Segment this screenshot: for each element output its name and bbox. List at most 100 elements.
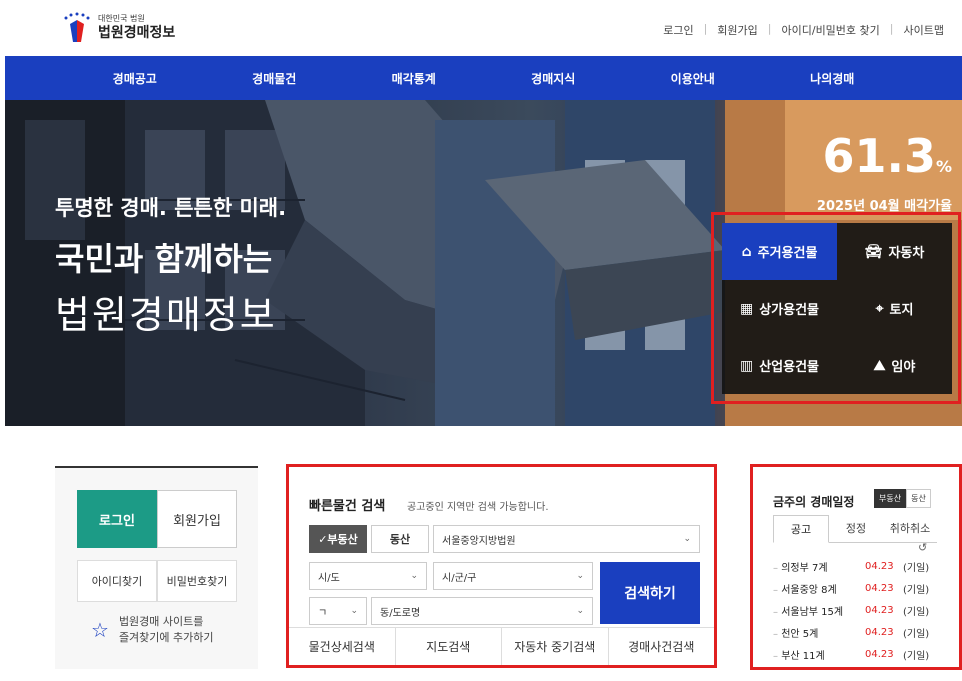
- schedule-status: (기일): [903, 584, 930, 596]
- schedule-date: 04.23: [865, 582, 894, 594]
- category-land[interactable]: ⌖ 토지: [837, 280, 952, 337]
- login-button[interactable]: 로그인: [77, 490, 157, 548]
- chevron-down-icon: ⌄: [576, 571, 584, 581]
- tab-correction[interactable]: 정정: [829, 515, 883, 542]
- logo-title: 법원경매정보: [98, 25, 176, 41]
- mountain-icon: ⛰︎: [873, 357, 886, 374]
- real-estate-toggle[interactable]: ✓부동산: [309, 525, 367, 553]
- tab-cancellation[interactable]: 취하취소: [883, 515, 937, 542]
- sido-select-value: 시/도: [318, 572, 340, 584]
- list-item[interactable]: 서울남부 15계 04.23 (기일): [773, 599, 943, 621]
- join-button[interactable]: 회원가입: [157, 490, 237, 548]
- schedule-status: (기일): [903, 650, 930, 662]
- nav-item-auction-items[interactable]: 경매물건: [252, 70, 296, 87]
- find-id-button[interactable]: 아이디찾기: [77, 560, 157, 602]
- schedule-status: (기일): [903, 562, 930, 574]
- list-item[interactable]: 의정부 7계 04.23 (기일): [773, 555, 943, 577]
- login-panel: 로그인 회원가입 아이디찾기 비밀번호찾기 ☆ 법원경매 사이트를 즐겨찾기에 …: [55, 466, 258, 669]
- court-logo[interactable]: 대한민국 법원 법원경매정보: [60, 12, 175, 44]
- schedule-status: (기일): [903, 606, 930, 618]
- chevron-down-icon: ⌄: [410, 571, 418, 581]
- logo-small-text: 대한민국 법원: [98, 14, 145, 23]
- schedule-type-toggle: 부동산 동산: [874, 489, 931, 508]
- category-label: 산업용건물: [759, 360, 820, 375]
- tab-detail-search[interactable]: 물건상세검색: [289, 628, 396, 665]
- nav-item-sale-stats[interactable]: 매각통계: [392, 70, 436, 87]
- category-label: 주거용건물: [757, 246, 818, 261]
- category-commercial-building[interactable]: ▦ 상가용건물: [722, 280, 837, 337]
- util-join-link[interactable]: 회원가입: [707, 22, 767, 38]
- sale-rate-unit: %: [935, 157, 952, 176]
- quick-search-subtitle: 공고중인 지역만 검색 가능합니다.: [407, 502, 549, 513]
- main-nav: 경매공고 경매물건 매각통계 경매지식 이용안내 나의경매: [5, 56, 962, 100]
- schedule-court: 부산 11계: [773, 647, 865, 662]
- sigungu-select[interactable]: 시/군/구 ⌄: [433, 562, 593, 590]
- add-favorite-link[interactable]: ☆ 법원경매 사이트를 즐겨찾기에 추가하기: [91, 614, 214, 646]
- initial-select-value: ㄱ: [318, 607, 328, 619]
- court-emblem-icon: [60, 12, 94, 44]
- schedule-court: 천안 5계: [773, 625, 865, 640]
- hero-service-name: 법원경매정보: [55, 293, 277, 337]
- category-residential-building[interactable]: ⌂ 주거용건물: [722, 223, 837, 280]
- schedule-court: 서울남부 15계: [773, 603, 865, 618]
- nav-item-usage-guide[interactable]: 이용안내: [671, 70, 715, 87]
- quick-search-panel: 빠른물건 검색 공고중인 지역만 검색 가능합니다. ✓부동산 동산 서울중앙지…: [286, 464, 717, 668]
- chevron-down-icon: ⌄: [576, 606, 584, 616]
- initial-consonant-select[interactable]: ㄱ ⌄: [309, 597, 367, 625]
- category-label: 상가용건물: [759, 303, 820, 318]
- house-icon: ⌂: [741, 243, 752, 260]
- list-item[interactable]: 서울중앙 8계 04.23 (기일): [773, 577, 943, 599]
- hero-headline: 국민과 함께하는: [55, 240, 273, 278]
- schedule-movable-toggle[interactable]: 동산: [906, 489, 931, 508]
- schedule-list: 의정부 7계 04.23 (기일) 서울중앙 8계 04.23 (기일) 서울남…: [773, 555, 943, 665]
- hero-tagline: 투명한 경매. 튼튼한 미래.: [55, 196, 287, 220]
- schedule-date: 04.23: [865, 560, 894, 572]
- category-industrial-building[interactable]: ▥ 산업용건물: [722, 337, 837, 394]
- refresh-icon[interactable]: ↺: [918, 541, 927, 554]
- schedule-date: 04.23: [865, 648, 894, 660]
- sale-rate-value: 61.3: [822, 129, 936, 183]
- tab-vehicle-search[interactable]: 자동차 중기검색: [502, 628, 609, 665]
- category-label: 임야: [891, 360, 916, 375]
- favorite-text-line2: 즐겨찾기에 추가하기: [118, 631, 214, 644]
- schedule-date: 04.23: [865, 604, 894, 616]
- nav-item-my-auction[interactable]: 나의경매: [810, 70, 854, 87]
- dong-select-value: 동/도로명: [380, 607, 421, 619]
- schedule-date: 04.23: [865, 626, 894, 638]
- category-label: 토지: [889, 303, 914, 318]
- court-select[interactable]: 서울중앙지방법원 ⌄: [433, 525, 700, 553]
- search-button[interactable]: 검색하기: [600, 562, 700, 624]
- store-building-icon: ▦: [739, 300, 754, 317]
- movable-property-toggle[interactable]: 동산: [371, 525, 429, 553]
- util-login-link[interactable]: 로그인: [653, 22, 703, 38]
- tab-map-search[interactable]: 지도검색: [396, 628, 502, 665]
- favorite-text-line1: 법원경매 사이트를: [118, 615, 204, 628]
- nav-item-auction-notice[interactable]: 경매공고: [113, 70, 157, 87]
- sale-rate-stat[interactable]: 61.3% 2025년 04월 매각가율: [817, 130, 952, 214]
- schedule-status: (기일): [903, 628, 930, 640]
- header: 대한민국 법원 법원경매정보 로그인 | 회원가입 | 아이디/비밀번호 찾기 …: [0, 0, 962, 56]
- schedule-court: 서울중앙 8계: [773, 581, 865, 596]
- tab-notice[interactable]: 공고: [773, 515, 829, 543]
- category-car[interactable]: 🚘︎ 자동차: [837, 223, 952, 280]
- tab-case-search[interactable]: 경매사건검색: [609, 628, 715, 665]
- sigungu-select-value: 시/군/구: [442, 572, 477, 584]
- find-password-button[interactable]: 비밀번호찾기: [157, 560, 237, 602]
- schedule-real-estate-toggle[interactable]: 부동산: [874, 489, 907, 508]
- factory-building-icon: ▥: [739, 357, 754, 374]
- list-item[interactable]: 천안 5계 04.23 (기일): [773, 621, 943, 643]
- dong-road-select[interactable]: 동/도로명 ⌄: [371, 597, 593, 625]
- category-forest[interactable]: ⛰︎ 임야: [837, 337, 952, 394]
- util-sitemap-link[interactable]: 사이트맵: [894, 22, 954, 38]
- car-icon: 🚘︎: [864, 243, 883, 260]
- schedule-court: 의정부 7계: [773, 559, 865, 574]
- list-item[interactable]: 부산 11계 04.23 (기일): [773, 643, 943, 665]
- quick-search-title: 빠른물건 검색: [309, 499, 386, 514]
- category-label: 자동차: [888, 246, 925, 261]
- utility-menu: 로그인 | 회원가입 | 아이디/비밀번호 찾기 | 사이트맵: [653, 22, 954, 38]
- location-pin-icon: ⌖: [875, 300, 884, 317]
- sido-select[interactable]: 시/도 ⌄: [309, 562, 427, 590]
- util-find-account-link[interactable]: 아이디/비밀번호 찾기: [772, 22, 890, 38]
- star-icon: ☆: [91, 618, 109, 642]
- nav-item-auction-knowledge[interactable]: 경매지식: [531, 70, 575, 87]
